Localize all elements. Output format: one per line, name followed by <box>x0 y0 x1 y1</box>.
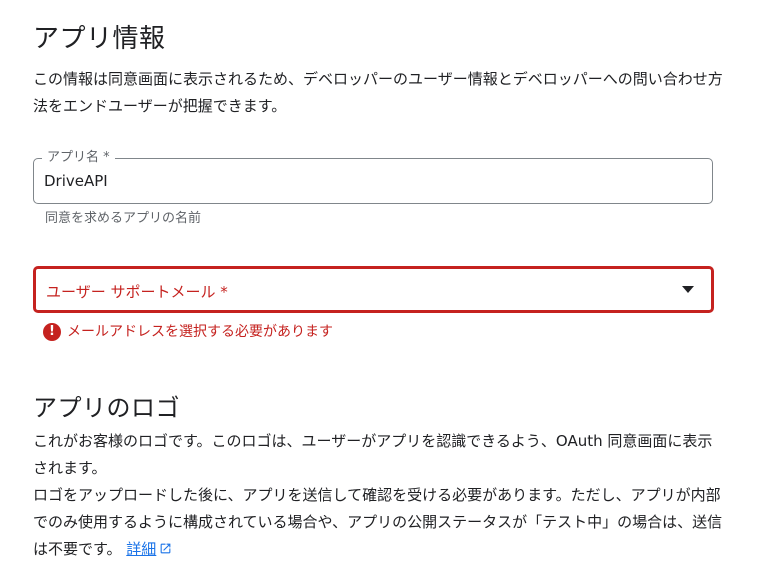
app-info-description: この情報は同意画面に表示されるため、デベロッパーのユーザー情報とデベロッパーへの… <box>33 70 723 115</box>
open-in-new-icon <box>160 543 171 554</box>
logo-description-1: これがお客様のロゴです。このロゴは、ユーザーがアプリを認識できるよう、OAuth… <box>33 432 713 477</box>
details-link-label: 詳細 <box>126 540 157 558</box>
support-email-error-text: メールアドレスを選択する必要があります <box>67 324 333 340</box>
app-name-hint: 同意を求めるアプリの名前 <box>45 211 202 226</box>
dropdown-arrow-icon[interactable] <box>682 286 694 293</box>
app-info-title: アプリ情報 <box>33 24 166 54</box>
support-email-select[interactable]: ユーザー サポートメール * <box>33 266 714 313</box>
support-email-label: ユーザー サポートメール * <box>46 283 228 301</box>
app-name-field[interactable]: アプリ名 * DriveAPI <box>33 149 713 204</box>
details-link[interactable]: 詳細 <box>126 540 172 558</box>
error-icon: ! <box>43 323 61 341</box>
logo-section-title: アプリのロゴ <box>33 394 180 422</box>
support-email-error: ! メールアドレスを選択する必要があります <box>43 322 333 342</box>
app-name-label: アプリ名 * <box>42 149 115 167</box>
app-name-input[interactable]: DriveAPI <box>44 171 108 191</box>
logo-description-2: ロゴをアップロードした後に、アプリを送信して確認を受ける必要があります。ただし、… <box>33 482 723 563</box>
